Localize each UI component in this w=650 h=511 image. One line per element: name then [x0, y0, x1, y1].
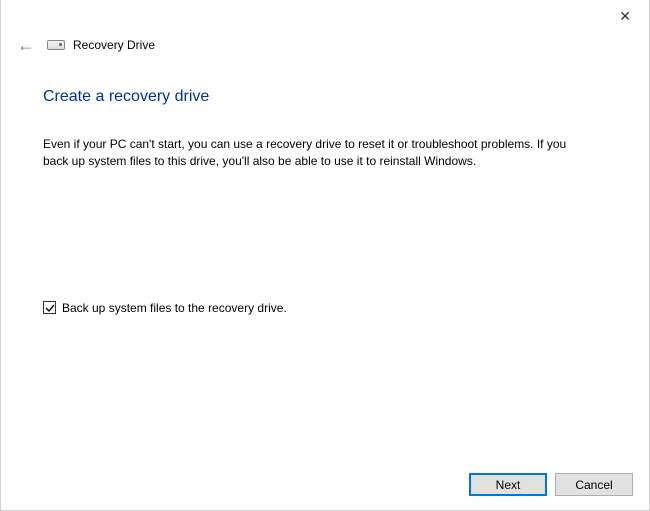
checkbox-icon[interactable] [43, 301, 56, 314]
titlebar: ✕ [1, 0, 649, 32]
backup-checkbox-row[interactable]: Back up system files to the recovery dri… [43, 301, 607, 315]
close-icon[interactable]: ✕ [613, 6, 637, 27]
body-text: Even if your PC can't start, you can use… [43, 136, 583, 171]
wizard-header: ← Recovery Drive [1, 32, 649, 56]
window-title: Recovery Drive [73, 38, 155, 52]
back-arrow-icon[interactable]: ← [15, 34, 37, 56]
next-button[interactable]: Next [469, 473, 547, 496]
footer-buttons: Next Cancel [469, 473, 633, 496]
drive-icon [47, 40, 65, 50]
backup-checkbox-label: Back up system files to the recovery dri… [62, 301, 287, 315]
cancel-button[interactable]: Cancel [555, 473, 633, 496]
page-heading: Create a recovery drive [43, 88, 607, 106]
content-area: Create a recovery drive Even if your PC … [1, 56, 649, 315]
